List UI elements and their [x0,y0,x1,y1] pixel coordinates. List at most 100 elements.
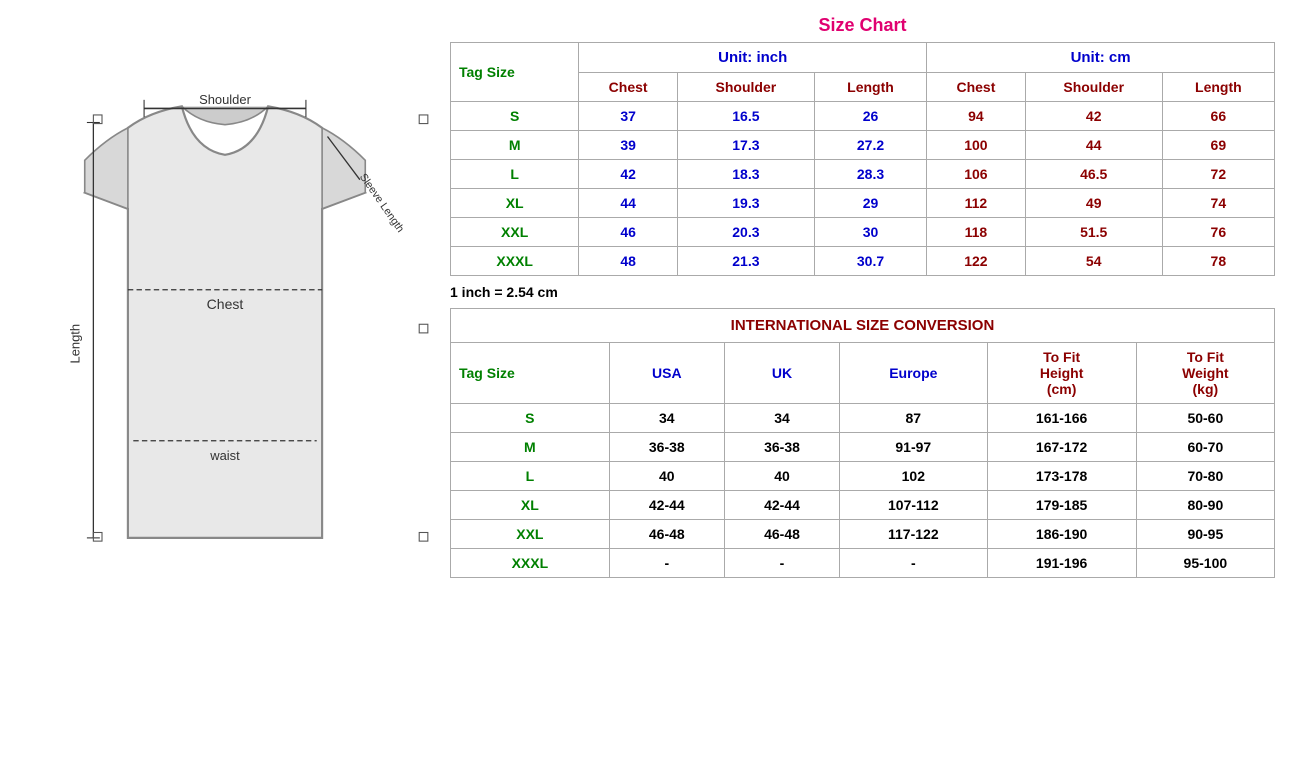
inch-length-cell: 30 [814,218,926,247]
cm-chest-header: Chest [927,73,1026,102]
inch-chest-cell: 46 [579,218,678,247]
intl-uk-cell: 42-44 [724,491,839,520]
intl-height-cell: 173-178 [987,462,1136,491]
tshirt-diagram: Shoulder Sleeve Length Chest Length wais… [20,20,430,624]
tag-size-cell: S [451,102,579,131]
intl-weight-cell: 80-90 [1136,491,1274,520]
intl-europe-header: Europe [840,343,987,404]
inch-length-cell: 29 [814,189,926,218]
intl-tag-size-header: Tag Size [451,343,610,404]
cm-length-cell: 76 [1162,218,1274,247]
intl-tag-cell: L [451,462,610,491]
cm-chest-cell: 106 [927,160,1026,189]
intl-weight-cell: 95-100 [1136,549,1274,578]
inch-shoulder-cell: 16.5 [677,102,814,131]
svg-text:Shoulder: Shoulder [199,92,251,107]
inch-shoulder-cell: 17.3 [677,131,814,160]
inch-shoulder-header: Shoulder [677,73,814,102]
size-chart-title: Size Chart [450,15,1275,36]
cm-length-cell: 78 [1162,247,1274,276]
table-row: XXXL - - - 191-196 95-100 [451,549,1275,578]
inch-length-cell: 26 [814,102,926,131]
table-row: S 34 34 87 161-166 50-60 [451,404,1275,433]
table-row: M 36-38 36-38 91-97 167-172 60-70 [451,433,1275,462]
table-row: L 42 18.3 28.3 106 46.5 72 [451,160,1275,189]
table-row: XL 44 19.3 29 112 49 74 [451,189,1275,218]
intl-height-header: To FitHeight(cm) [987,343,1136,404]
intl-usa-cell: 36-38 [609,433,724,462]
intl-weight-header: To FitWeight(kg) [1136,343,1274,404]
inch-chest-cell: 48 [579,247,678,276]
intl-europe-cell: - [840,549,987,578]
cm-chest-cell: 100 [927,131,1026,160]
intl-tag-cell: M [451,433,610,462]
intl-uk-cell: - [724,549,839,578]
intl-tag-cell: XL [451,491,610,520]
intl-europe-cell: 87 [840,404,987,433]
cm-length-cell: 74 [1162,189,1274,218]
svg-text:Sleeve Length: Sleeve Length [357,171,406,234]
inch-shoulder-cell: 21.3 [677,247,814,276]
inch-length-header: Length [814,73,926,102]
intl-conversion-title: INTERNATIONAL SIZE CONVERSION [450,308,1275,342]
intl-europe-cell: 107-112 [840,491,987,520]
inch-shoulder-cell: 18.3 [677,160,814,189]
cm-chest-cell: 94 [927,102,1026,131]
inch-chest-cell: 42 [579,160,678,189]
intl-weight-cell: 60-70 [1136,433,1274,462]
intl-uk-header: UK [724,343,839,404]
cm-shoulder-cell: 46.5 [1025,160,1162,189]
intl-europe-cell: 91-97 [840,433,987,462]
unit-inch-header: Unit: inch [579,43,927,73]
inch-chest-cell: 44 [579,189,678,218]
intl-uk-cell: 40 [724,462,839,491]
unit-cm-header: Unit: cm [927,43,1275,73]
svg-text:waist: waist [209,448,240,463]
intl-weight-cell: 90-95 [1136,520,1274,549]
intl-usa-cell: 46-48 [609,520,724,549]
table-row: L 40 40 102 173-178 70-80 [451,462,1275,491]
cm-length-cell: 69 [1162,131,1274,160]
cm-chest-cell: 112 [927,189,1026,218]
inch-chest-cell: 39 [579,131,678,160]
cm-chest-cell: 118 [927,218,1026,247]
intl-usa-cell: 42-44 [609,491,724,520]
intl-usa-cell: 34 [609,404,724,433]
inch-shoulder-cell: 20.3 [677,218,814,247]
cm-shoulder-cell: 51.5 [1025,218,1162,247]
intl-usa-cell: - [609,549,724,578]
intl-tag-cell: S [451,404,610,433]
table-row: XXL 46 20.3 30 118 51.5 76 [451,218,1275,247]
table-row: M 39 17.3 27.2 100 44 69 [451,131,1275,160]
size-chart-table: Tag Size Unit: inch Unit: cm Chest Shoul… [450,42,1275,276]
tag-size-cell: XXL [451,218,579,247]
cm-shoulder-header: Shoulder [1025,73,1162,102]
intl-uk-cell: 46-48 [724,520,839,549]
intl-usa-header: USA [609,343,724,404]
cm-shoulder-cell: 44 [1025,131,1162,160]
tag-size-cell: L [451,160,579,189]
tag-size-cell: XXXL [451,247,579,276]
tag-size-header: Tag Size [451,43,579,102]
intl-europe-cell: 117-122 [840,520,987,549]
intl-height-cell: 167-172 [987,433,1136,462]
intl-height-cell: 179-185 [987,491,1136,520]
intl-tag-cell: XXXL [451,549,610,578]
tshirt-diagram-panel: Shoulder Sleeve Length Chest Length wais… [10,10,440,634]
cm-shoulder-cell: 42 [1025,102,1162,131]
intl-tag-cell: XXL [451,520,610,549]
conversion-note: 1 inch = 2.54 cm [450,284,1275,300]
intl-europe-cell: 102 [840,462,987,491]
inch-chest-header: Chest [579,73,678,102]
inch-length-cell: 27.2 [814,131,926,160]
cm-chest-cell: 122 [927,247,1026,276]
intl-weight-cell: 70-80 [1136,462,1274,491]
table-row: XXL 46-48 46-48 117-122 186-190 90-95 [451,520,1275,549]
cm-shoulder-cell: 49 [1025,189,1162,218]
intl-uk-cell: 34 [724,404,839,433]
table-row: XXXL 48 21.3 30.7 122 54 78 [451,247,1275,276]
intl-weight-cell: 50-60 [1136,404,1274,433]
tag-size-cell: XL [451,189,579,218]
right-panel: Size Chart Tag Size Unit: inch Unit: cm … [440,10,1285,583]
intl-conversion-table: Tag Size USA UK Europe To FitHeight(cm) … [450,342,1275,578]
